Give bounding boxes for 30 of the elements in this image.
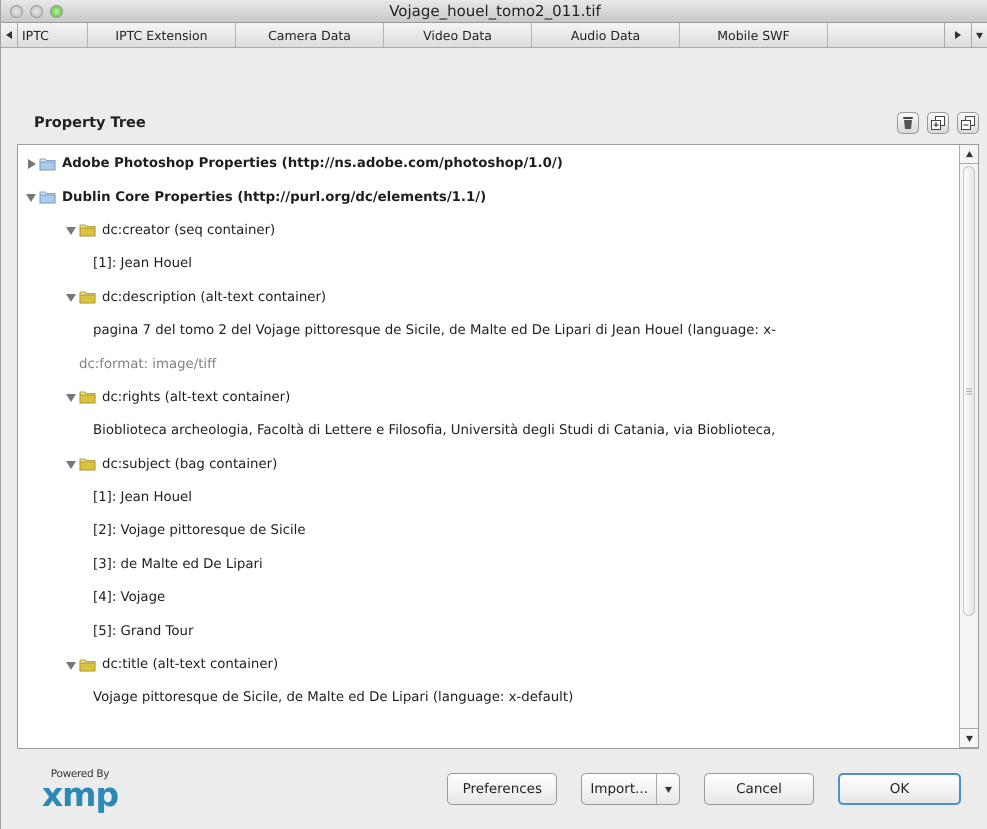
dialog-button[interactable]: OK [838,773,961,805]
tab[interactable]: Camera Data [236,23,384,47]
namespace-label[interactable]: Dublin Core Properties (http://purl.org/dc/elements/1.1/) [62,190,486,205]
window-title: Vojage_houel_tomo2_011.tif [388,2,602,20]
property-value[interactable]: Bioblioteca archeologia, Facoltà di Lettere e Filosofia, Università degli Studi di Catania, via Bioblioteca, [93,423,776,438]
namespace-label[interactable]: Adobe Photoshop Properties (http://ns.adobe.com/photoshop/1.0/) [62,156,563,172]
import-button[interactable]: Import... [582,774,657,804]
tab[interactable]: Video Data [384,23,532,47]
property-value[interactable]: [5]: Grand Tour [93,624,194,639]
panel-title: Property Tree [34,115,146,131]
property-label[interactable]: dc:title (alt-text container) [102,657,278,672]
tab[interactable]: IPTC [18,23,88,47]
property-value[interactable]: [1]: Jean Houel [93,256,192,272]
tab[interactable]: IPTC Extension [88,23,236,47]
property-label[interactable]: dc:creator (seq container) [102,222,276,238]
property-label[interactable]: dc:subject (bag container) [102,456,278,472]
tab[interactable]: Mobile SWF [680,23,828,47]
property-value[interactable]: [2]: Vojage pittoresque de Sicile [93,523,306,538]
property-value[interactable]: [4]: Vojage [93,590,166,606]
property-value[interactable]: [3]: de Malte ed De Lipari [93,556,263,572]
tab[interactable]: Audio Data [532,23,680,47]
dialog-button[interactable]: Preferences [447,773,558,805]
property-label[interactable]: dc:rights (alt-text container) [102,390,290,405]
property-value[interactable]: [1]: Jean Houel [93,490,192,506]
property-label[interactable]: dc:format: image/tiff [79,356,216,372]
property-label[interactable]: dc:description (alt-text container) [102,290,326,305]
dialog-button[interactable]: Cancel [704,773,814,805]
property-value[interactable]: Vojage pittoresque de Sicile, de Malte ed De Lipari (language: x-default) [93,690,574,706]
property-value[interactable]: pagina 7 del tomo 2 del Vojage pittoresque de Sicile, de Malte ed De Lipari di Jean Houel (language: x- [93,323,776,338]
logo-caption: Powered By [50,768,110,780]
